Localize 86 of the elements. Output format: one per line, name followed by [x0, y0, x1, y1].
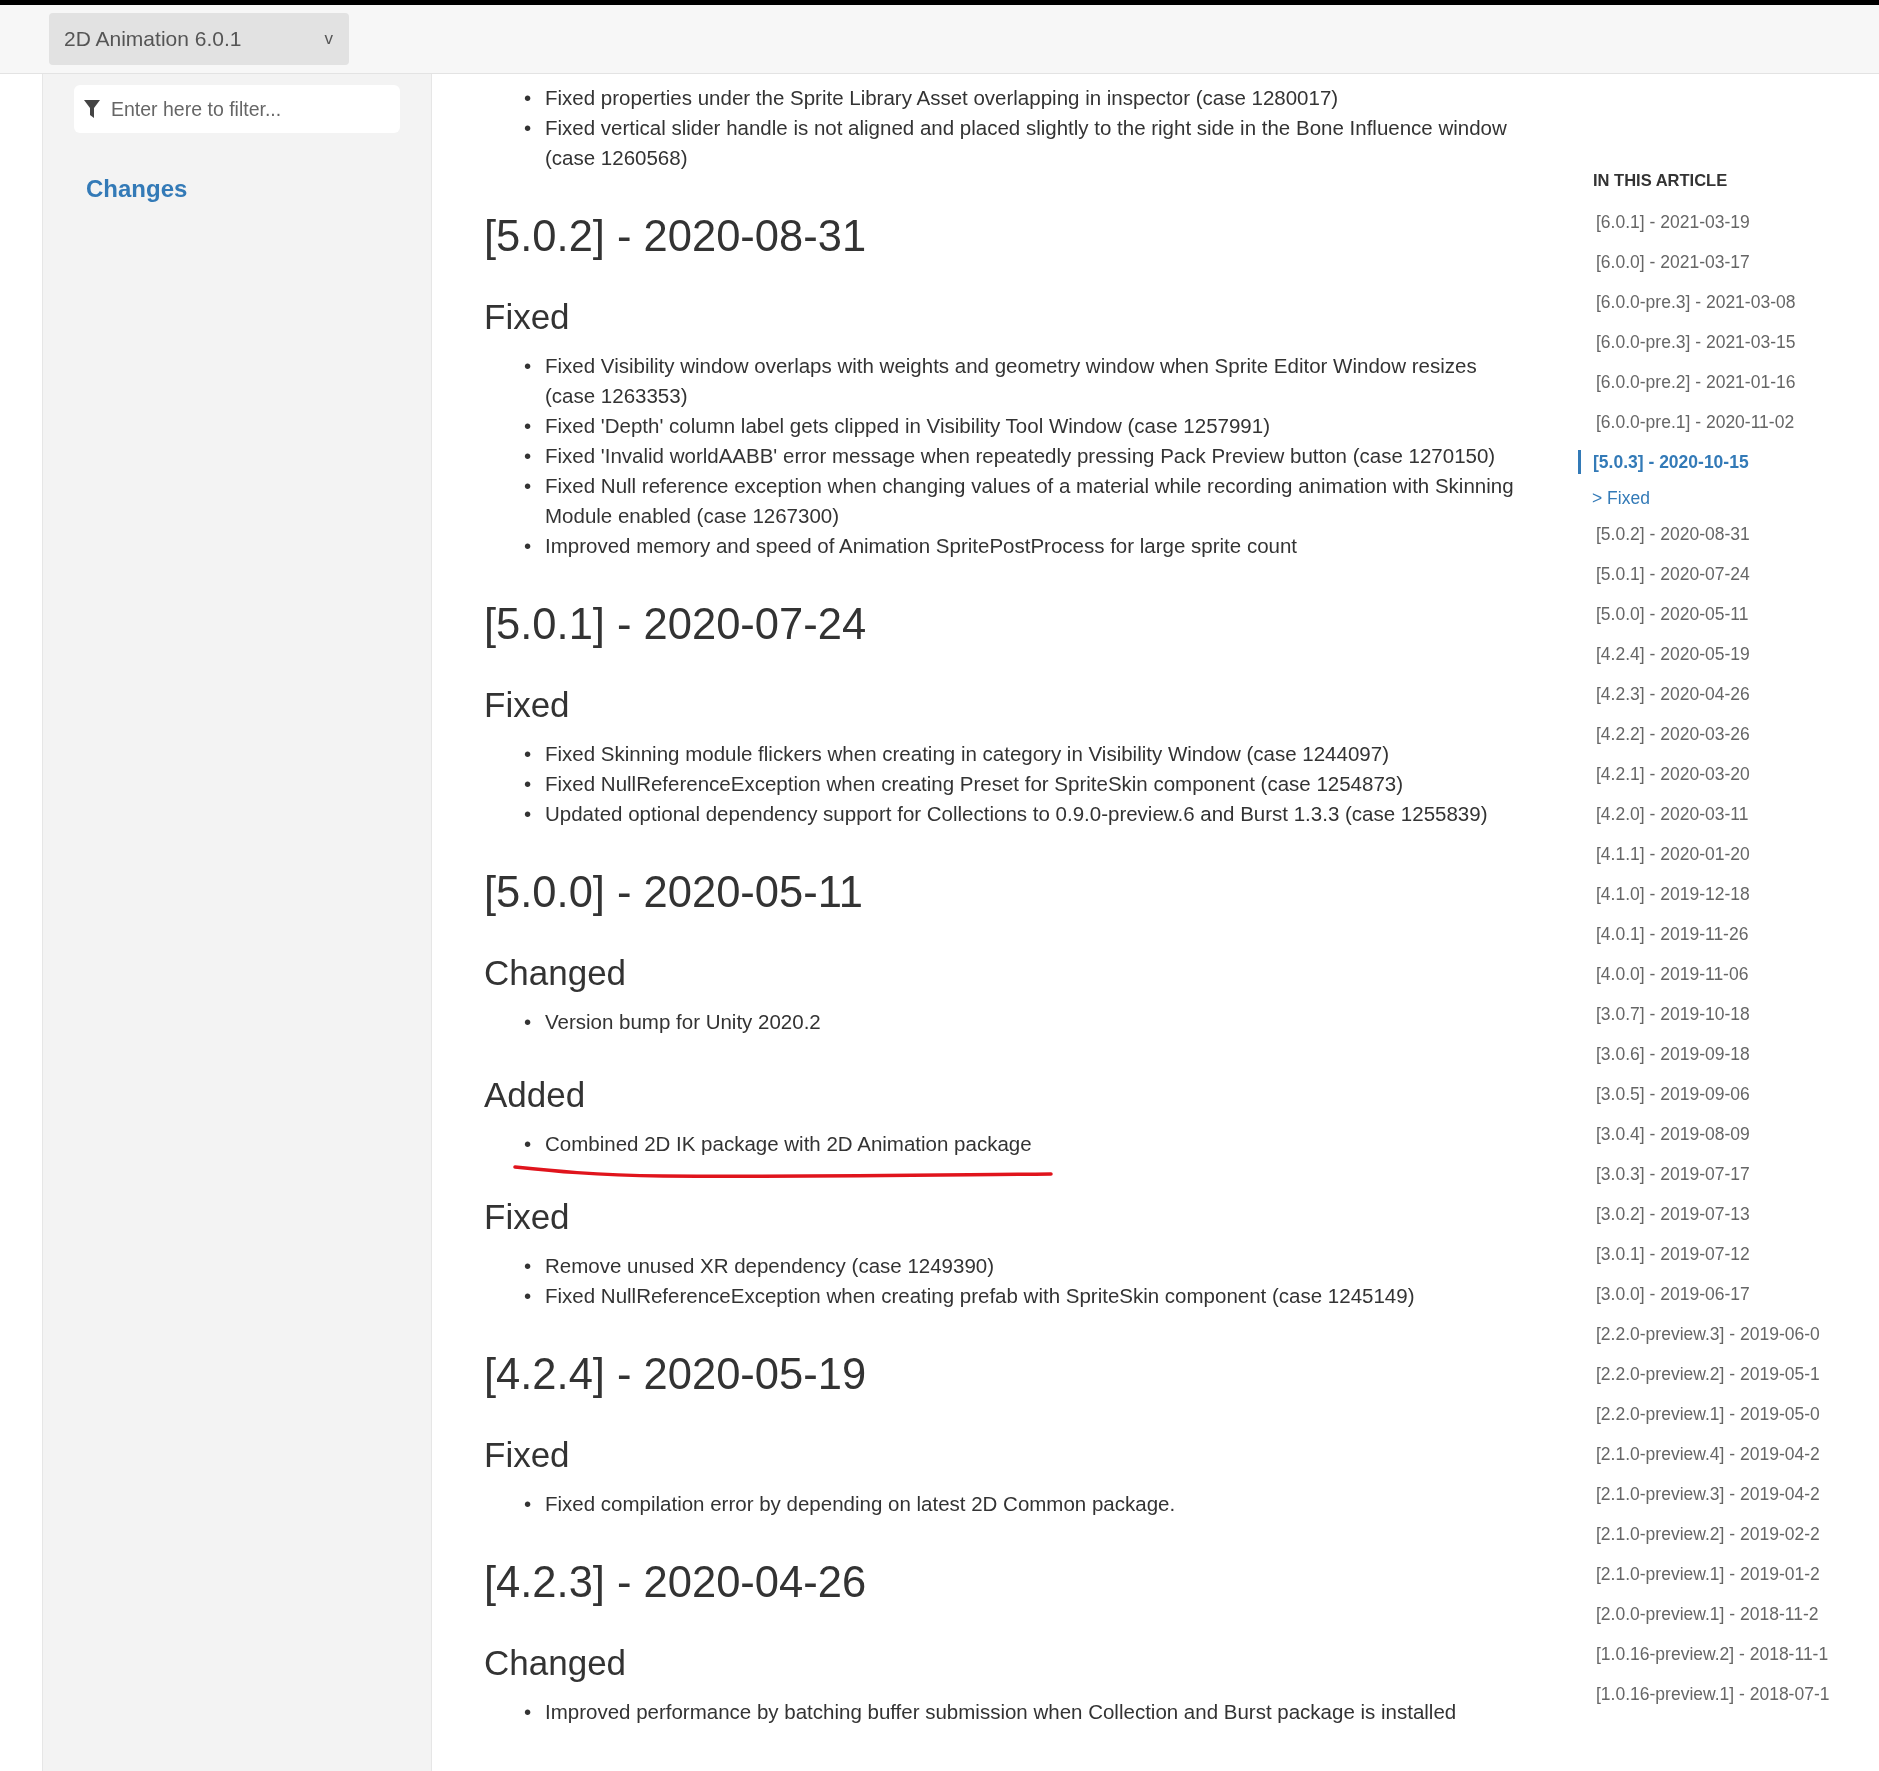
- section-heading: [4.2.3] - 2020-04-26: [484, 1557, 868, 1608]
- bullet: •: [524, 801, 533, 827]
- toc-link[interactable]: [2.1.0-preview.4] - 2019-04-2: [1589, 1433, 1830, 1474]
- toc-link[interactable]: [2.1.0-preview.1] - 2019-01-2: [1589, 1553, 1830, 1594]
- toc-link[interactable]: [3.0.5] - 2019-09-06: [1589, 1073, 1830, 1114]
- toc-link[interactable]: [2.2.0-preview.3] - 2019-06-0: [1589, 1313, 1830, 1354]
- bullet: •: [524, 741, 533, 767]
- filter-field[interactable]: Enter here to filter...: [74, 85, 400, 133]
- bullet: •: [524, 473, 533, 499]
- list-item: Updated optional dependency support for Collections to 0.9.0-preview.6 and Burst 1.3.3 (case 1255839): [545, 801, 1489, 827]
- bullet: •: [524, 771, 533, 797]
- list-item: Fixed vertical slider handle is not aligned and placed slightly to the right side in the Bone Influence window (case 1260568): [545, 115, 1508, 171]
- subsection-heading: Fixed: [484, 684, 571, 726]
- subsection-heading: Fixed: [484, 1434, 571, 1476]
- toc-link[interactable]: [6.0.0-pre.1] - 2020-11-02: [1589, 401, 1830, 442]
- bullet: •: [524, 533, 533, 559]
- list-item: Version bump for Unity 2020.2: [545, 1009, 822, 1035]
- bullet: •: [524, 1131, 533, 1157]
- toc-link[interactable]: [2.0.0-preview.1] - 2018-11-2: [1589, 1593, 1830, 1634]
- bullet: •: [524, 1283, 533, 1309]
- toc-link[interactable]: [5.0.3] - 2020-10-15: [1578, 449, 1830, 474]
- list-item: Fixed compilation error by depending on latest 2D Common package.: [545, 1491, 1177, 1517]
- toc-link[interactable]: [1.0.16-preview.1] - 2018-07-1: [1589, 1673, 1830, 1714]
- toc-link[interactable]: [4.0.0] - 2019-11-06: [1589, 953, 1830, 994]
- toc-link[interactable]: [3.0.6] - 2019-09-18: [1589, 1033, 1830, 1074]
- list-item: Fixed 'Depth' column label gets clipped in Visibility Tool Window (case 1257991): [545, 413, 1271, 439]
- list-item: Fixed NullReferenceException when creating Preset for SpriteSkin component (case 1254873): [545, 771, 1405, 797]
- toc-link[interactable]: [4.2.3] - 2020-04-26: [1589, 673, 1830, 714]
- toc-link[interactable]: [6.0.0] - 2021-03-17: [1589, 241, 1830, 282]
- toc-link[interactable]: [2.1.0-preview.3] - 2019-04-2: [1589, 1473, 1830, 1514]
- list-item: Fixed Null reference exception when changing values of a material while recording animation with Skinning Module enabled (case 1267300): [545, 473, 1515, 529]
- bullet: •: [524, 1009, 533, 1035]
- toc-link[interactable]: [3.0.7] - 2019-10-18: [1589, 993, 1830, 1034]
- list-item: Fixed Visibility window overlaps with weights and geometry window when Sprite Editor Window resizes (case 1263353): [545, 353, 1478, 409]
- toc-link[interactable]: [6.0.1] - 2021-03-19: [1589, 201, 1830, 242]
- subsection-heading: Changed: [484, 1642, 628, 1684]
- list-item: Remove unused XR dependency (case 1249390): [545, 1253, 996, 1279]
- bullet: •: [524, 1253, 533, 1279]
- subsection-heading: Added: [484, 1074, 587, 1116]
- toc-link[interactable]: > Fixed: [1585, 481, 1830, 514]
- sidebar-link[interactable]: Changes: [86, 171, 188, 207]
- bullet: •: [524, 115, 533, 141]
- toc-link[interactable]: [4.2.4] - 2020-05-19: [1589, 633, 1830, 674]
- bullet: •: [524, 1491, 533, 1517]
- toc-link[interactable]: [5.0.1] - 2020-07-24: [1589, 553, 1830, 594]
- bullet: •: [524, 1699, 533, 1725]
- toc-link[interactable]: [6.0.0-pre.3] - 2021-03-08: [1589, 281, 1830, 322]
- toc-link[interactable]: [3.0.0] - 2019-06-17: [1589, 1273, 1830, 1314]
- section-heading: [4.2.4] - 2020-05-19: [484, 1349, 868, 1400]
- list-item: Improved memory and speed of Animation SpritePostProcess for large sprite count: [545, 533, 1299, 559]
- toc-title: IN THIS ARTICLE: [1593, 170, 1729, 191]
- toc-link[interactable]: [4.1.0] - 2019-12-18: [1589, 873, 1830, 914]
- section-heading: [5.0.2] - 2020-08-31: [484, 211, 868, 262]
- section-heading: [5.0.1] - 2020-07-24: [484, 599, 868, 650]
- toc-link[interactable]: [4.0.1] - 2019-11-26: [1589, 913, 1830, 954]
- list-item: Improved performance by batching buffer submission when Collection and Burst package is installed: [545, 1699, 1458, 1725]
- toc-link[interactable]: [3.0.3] - 2019-07-17: [1589, 1153, 1830, 1194]
- bullet: •: [524, 413, 533, 439]
- toc-link[interactable]: [6.0.0-pre.3] - 2021-03-15: [1589, 321, 1830, 362]
- toc-link[interactable]: [2.2.0-preview.1] - 2019-05-0: [1589, 1393, 1830, 1434]
- toc-link[interactable]: [4.2.1] - 2020-03-20: [1589, 753, 1830, 794]
- toc-link[interactable]: [3.0.1] - 2019-07-12: [1589, 1233, 1830, 1274]
- section-heading: [5.0.0] - 2020-05-11: [484, 867, 864, 918]
- toc-link[interactable]: [4.2.0] - 2020-03-11: [1589, 793, 1830, 834]
- toc-link[interactable]: [1.0.16-preview.2] - 2018-11-1: [1589, 1633, 1830, 1674]
- list-item: Fixed NullReferenceException when creating prefab with SpriteSkin component (case 1245149): [545, 1283, 1416, 1309]
- toc-link[interactable]: [4.2.2] - 2020-03-26: [1589, 713, 1830, 754]
- list-item: Fixed Skinning module flickers when creating in category in Visibility Window (case 1244097): [545, 741, 1390, 767]
- subsection-heading: Changed: [484, 952, 628, 994]
- subsection-heading: Fixed: [484, 1196, 571, 1238]
- toc-link[interactable]: [3.0.4] - 2019-08-09: [1589, 1113, 1830, 1154]
- subsection-heading: Fixed: [484, 296, 571, 338]
- toc-link[interactable]: [2.1.0-preview.2] - 2019-02-2: [1589, 1513, 1830, 1554]
- toc-link[interactable]: [2.2.0-preview.2] - 2019-05-1: [1589, 1353, 1830, 1394]
- bullet: •: [524, 443, 533, 469]
- version-dropdown[interactable]: 2D Animation 6.0.1 v: [49, 13, 349, 65]
- toc-link[interactable]: [5.0.0] - 2020-05-11: [1589, 593, 1830, 634]
- list-item: Combined 2D IK package with 2D Animation package: [545, 1131, 1033, 1157]
- toc-link[interactable]: [4.1.1] - 2020-01-20: [1589, 833, 1830, 874]
- toc-link[interactable]: [6.0.0-pre.2] - 2021-01-16: [1589, 361, 1830, 402]
- list-item: Fixed properties under the Sprite Library Asset overlapping in inspector (case 1280017): [545, 85, 1340, 111]
- toc-link[interactable]: [5.0.2] - 2020-08-31: [1589, 513, 1830, 554]
- bullet: •: [524, 353, 533, 379]
- list-item: Fixed 'Invalid worldAABB' error message when repeatedly pressing Pack Preview button (case 1270150): [545, 443, 1497, 469]
- bullet: •: [524, 85, 533, 111]
- toc-link[interactable]: [3.0.2] - 2019-07-13: [1589, 1193, 1830, 1234]
